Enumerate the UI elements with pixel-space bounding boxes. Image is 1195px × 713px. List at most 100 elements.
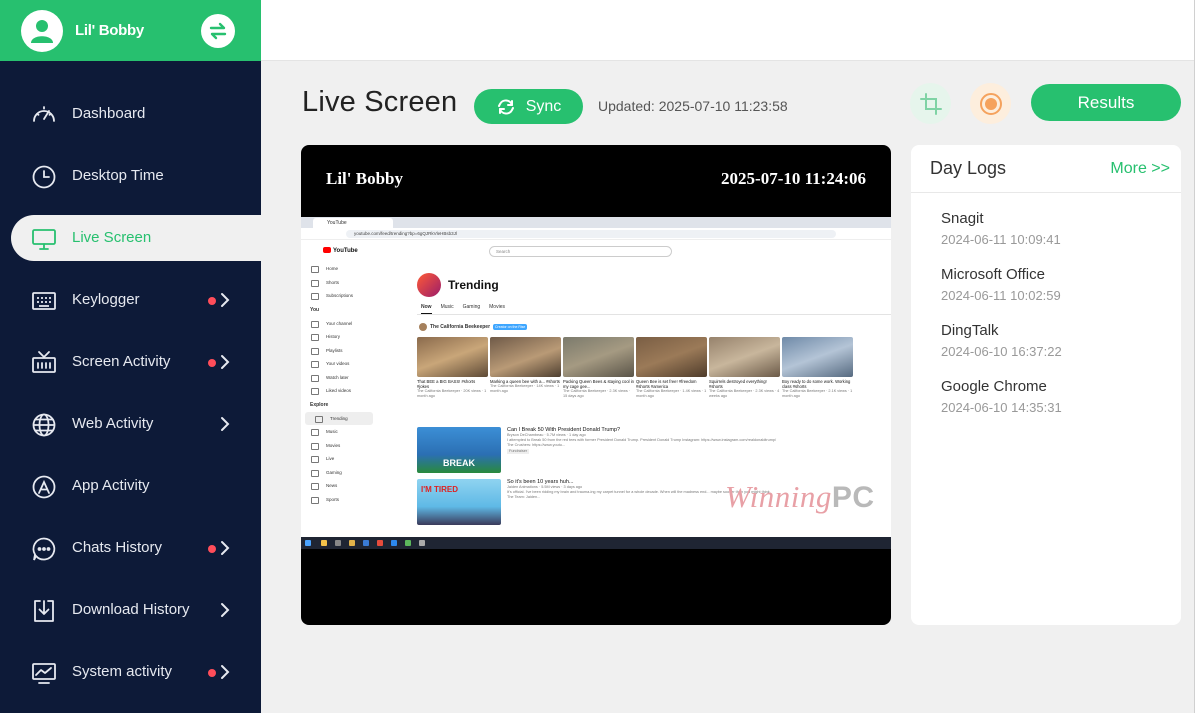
- sync-label: Sync: [525, 97, 562, 115]
- taskbar-app-icon: [321, 540, 327, 546]
- yt-side-item: Home: [301, 262, 377, 276]
- switch-device-button[interactable]: [201, 14, 235, 48]
- crop-icon: [919, 92, 942, 115]
- short-meta: The California Beekeeper · 20K views · 1…: [417, 389, 487, 398]
- browser-tab-strip: YouTube: [301, 217, 891, 228]
- video-row: BREAK Can I Break 50 With President Dona…: [417, 427, 777, 473]
- monitor-icon: [30, 225, 58, 253]
- notification-dot: [208, 297, 216, 305]
- results-button[interactable]: Results: [1031, 84, 1181, 121]
- yt-side-item: Music: [301, 425, 377, 439]
- short-title: Boy ready to do some work. Working class…: [782, 379, 851, 389]
- yt-side-heading: Explore: [310, 401, 329, 408]
- log-item[interactable]: Google Chrome 2024-06-10 14:35:31: [941, 378, 1062, 415]
- taskbar-app-icon: [335, 540, 341, 546]
- log-app-name: Microsoft Office: [941, 266, 1045, 283]
- refresh-icon: [497, 98, 514, 115]
- taskbar-app-icon: [405, 540, 411, 546]
- sync-button[interactable]: Sync: [474, 89, 583, 124]
- sidebar-item-label: Desktop Time: [72, 167, 164, 184]
- sidebar-item-live-screen[interactable]: Live Screen: [11, 215, 261, 261]
- yt-side-item: Your videos: [301, 357, 377, 371]
- sidebar-item-dashboard[interactable]: Dashboard: [0, 91, 261, 137]
- gauge-icon: [30, 101, 58, 129]
- sidebar-item-app-activity[interactable]: App Activity: [0, 463, 261, 509]
- sidebar-item-download-history[interactable]: Download History: [0, 587, 261, 633]
- sidebar-item-keylogger[interactable]: Keylogger: [0, 277, 261, 323]
- log-time: 2024-06-10 16:37:22: [941, 344, 1062, 359]
- short-card: Marking a queen bee with a... #shorts The…: [490, 337, 561, 399]
- divider: [417, 314, 891, 315]
- sidebar-item-screen-activity[interactable]: Screen Activity: [0, 339, 261, 385]
- yt-side-item: Movies: [301, 439, 377, 453]
- crop-button[interactable]: [910, 83, 951, 124]
- sidebar-item-label: System activity: [72, 663, 173, 680]
- log-time: 2024-06-11 10:02:59: [941, 288, 1061, 303]
- trending-title: Trending: [448, 278, 499, 292]
- screen-timestamp: 2025-07-10 11:24:06: [721, 169, 866, 188]
- divider: [911, 192, 1181, 193]
- sidebar-item-chats-history[interactable]: Chats History: [0, 525, 261, 571]
- log-app-name: Snagit: [941, 210, 984, 227]
- shorts-row: That BEE a BIG BASS! #shorts #jokes The C…: [417, 337, 853, 399]
- chevron-right-icon: [221, 665, 230, 679]
- updated-timestamp: Updated: 2025-07-10 11:23:58: [598, 98, 788, 114]
- yt-side-item: Playlists: [301, 344, 377, 358]
- trending-heading: Trending: [417, 273, 499, 297]
- sidebar-item-label: Keylogger: [72, 291, 140, 308]
- notification-dot: [208, 545, 216, 553]
- taskbar-app-icon: [349, 540, 355, 546]
- sidebar-item-system-activity[interactable]: System activity: [0, 649, 261, 695]
- chart-monitor-icon: [30, 659, 58, 687]
- trending-tab: Now: [421, 304, 432, 314]
- yt-side-item: Subscriptions: [301, 289, 377, 303]
- chevron-right-icon: [221, 293, 230, 307]
- video-tag: Fundraiser: [507, 449, 530, 454]
- sidebar: Lil' Bobby Dashboard Desktop Time Live S…: [0, 0, 261, 713]
- sidebar-item-desktop-time[interactable]: Desktop Time: [0, 153, 261, 199]
- trending-flame-icon: [417, 273, 441, 297]
- short-meta: The California Beekeeper · 2.1K views · …: [782, 389, 853, 398]
- log-item[interactable]: Microsoft Office 2024-06-11 10:02:59: [941, 266, 1061, 303]
- log-item[interactable]: DingTalk 2024-06-10 16:37:22: [941, 322, 1062, 359]
- short-thumbnail: [563, 337, 634, 377]
- record-button[interactable]: [970, 83, 1011, 124]
- log-time: 2024-06-11 10:09:41: [941, 232, 1061, 247]
- day-logs-more-link[interactable]: More >>: [1110, 160, 1170, 178]
- tv-icon: [30, 349, 58, 377]
- user-icon: [31, 19, 53, 43]
- profile-name: Lil' Bobby: [75, 22, 144, 39]
- page-title: Live Screen: [302, 86, 458, 118]
- yt-side-item: Liked videos: [301, 384, 377, 398]
- sidebar-item-label: Download History: [72, 601, 190, 618]
- short-thumbnail: [782, 337, 853, 377]
- clock-icon: [30, 163, 58, 191]
- yt-side-heading: You: [310, 306, 320, 313]
- live-screen-panel: Lil' Bobby 2025-07-10 11:24:06 YouTube y…: [301, 145, 891, 625]
- keyboard-icon: [30, 287, 58, 315]
- windows-start-icon: [305, 540, 311, 546]
- short-card: That BEE a BIG BASS! #shorts #jokes The C…: [417, 337, 488, 399]
- app-store-icon: [30, 473, 58, 501]
- browser-toolbar: youtube.com/feed/trending?bp=6gQJRkVleHB…: [301, 228, 891, 240]
- notification-dot: [208, 669, 216, 677]
- channel-avatar: [419, 323, 427, 331]
- log-time: 2024-06-10 14:35:31: [941, 400, 1062, 415]
- short-card: Boy ready to do some work. Working class…: [782, 337, 853, 399]
- short-title: That BEE a BIG BASS! #shorts #jokes: [417, 379, 476, 389]
- yt-side-item: Gaming: [301, 466, 377, 480]
- video-thumbnail: I'M TIRED: [417, 479, 501, 525]
- avatar[interactable]: [21, 9, 63, 52]
- short-meta: The California Beekeeper · 2.3K views · …: [563, 389, 631, 398]
- taskbar-app-icon: [377, 540, 383, 546]
- yt-side-item: Your channel: [301, 317, 377, 331]
- notification-dot: [208, 359, 216, 367]
- log-item[interactable]: Snagit 2024-06-11 10:09:41: [941, 210, 1061, 247]
- shorts-channel: The California Beekeeper Creator on the …: [419, 323, 528, 331]
- taskbar-app-icon: [363, 540, 369, 546]
- day-logs-panel: Day Logs More >> Snagit 2024-06-11 10:09…: [911, 145, 1181, 625]
- yt-side-item: Trending: [305, 411, 373, 425]
- sidebar-item-web-activity[interactable]: Web Activity: [0, 401, 261, 447]
- sidebar-item-label: Chats History: [72, 539, 163, 556]
- log-app-name: Google Chrome: [941, 378, 1047, 395]
